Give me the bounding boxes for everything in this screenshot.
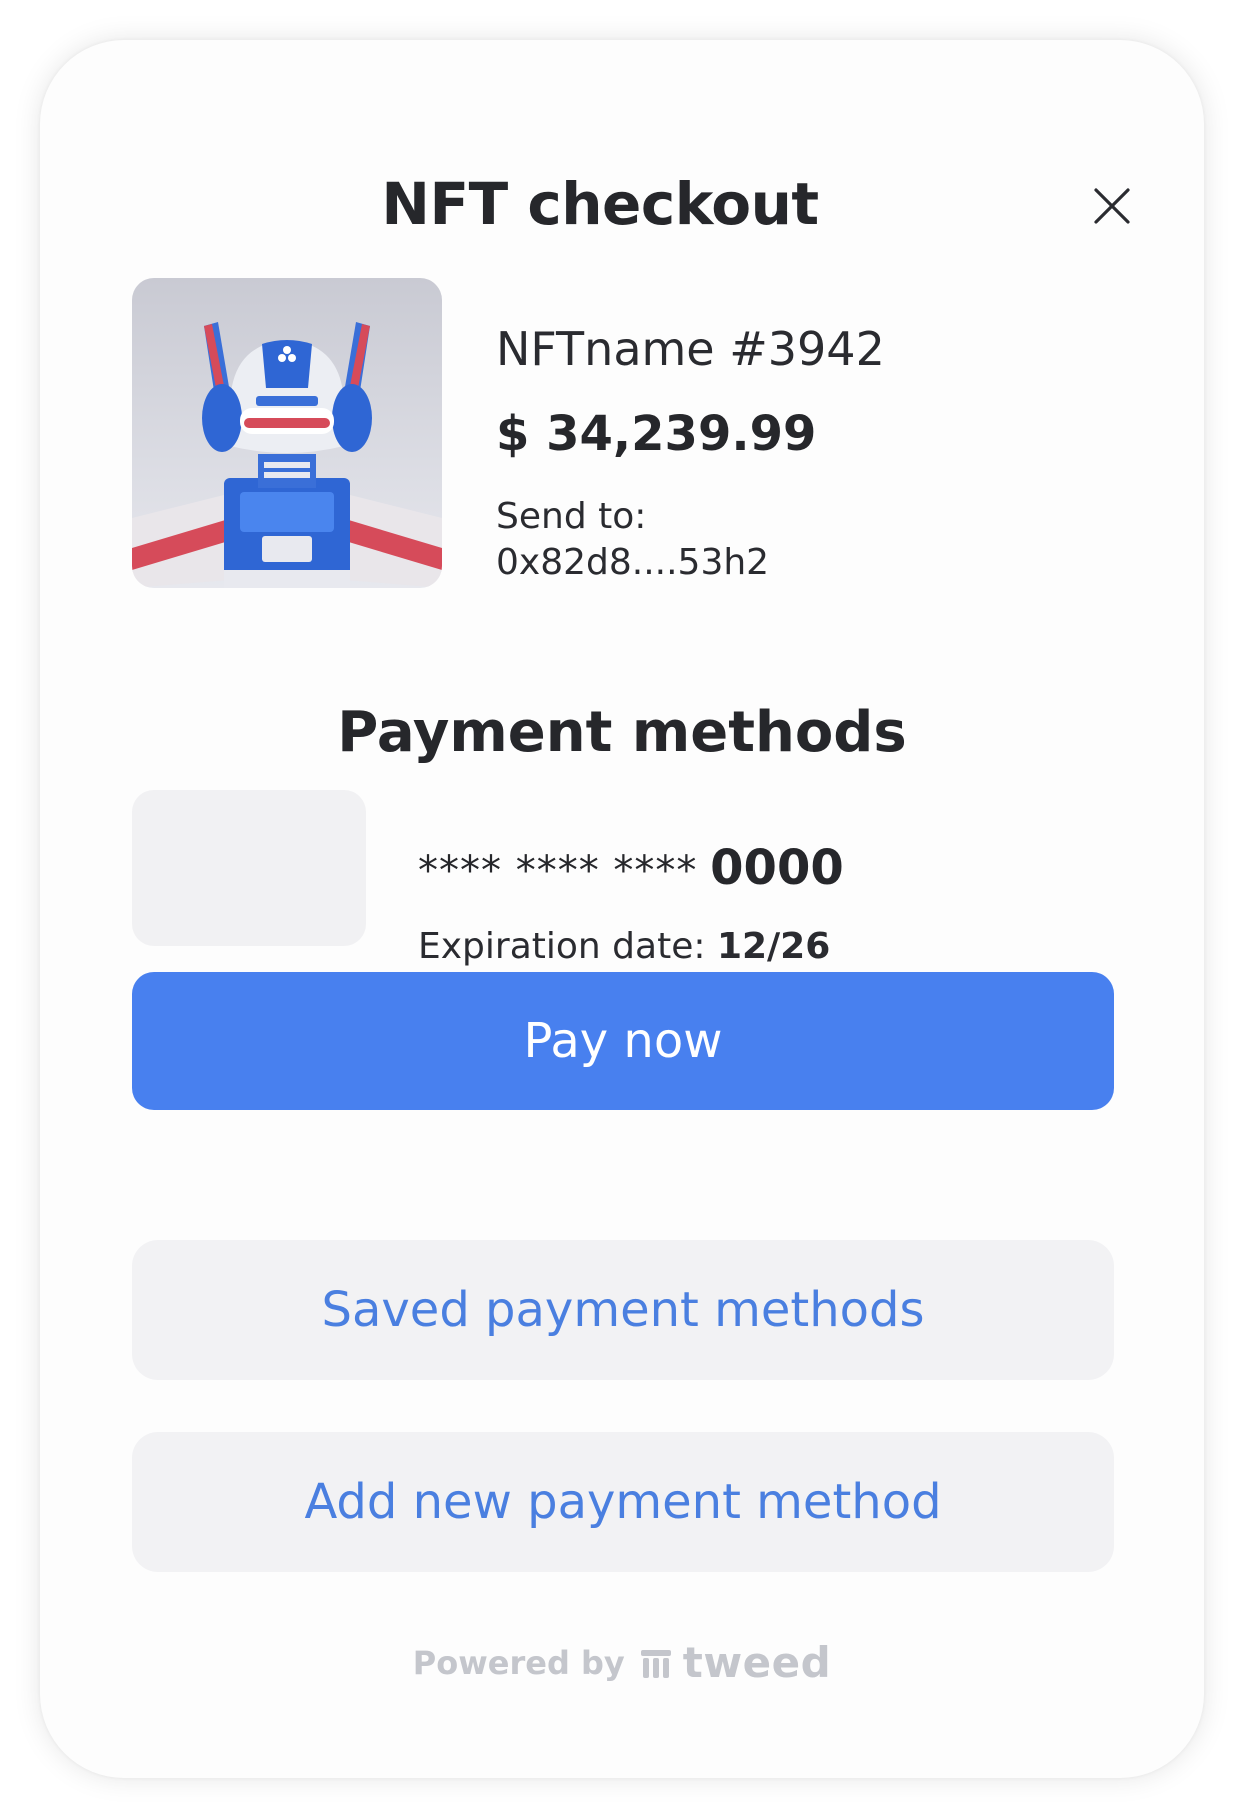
brand-name: tweed <box>682 1638 832 1687</box>
saved-payment-methods-button[interactable]: Saved payment methods <box>132 1240 1114 1380</box>
wallet-address: 0x82d8....53h2 <box>496 542 770 583</box>
card-number-mask: **** **** **** <box>418 848 698 894</box>
nft-image <box>132 278 442 588</box>
card-last4: 0000 <box>710 840 844 896</box>
nft-name: NFTname #3942 <box>496 322 885 376</box>
expiration-label: Expiration date: <box>418 926 706 967</box>
checkout-modal: NFT checkout NFTname #3942 $ 34,239.99 S… <box>40 40 1204 1778</box>
nft-price: $ 34,239.99 <box>496 406 817 462</box>
card-number: **** **** **** 0000 <box>418 840 844 896</box>
tweed-logo-icon <box>639 1646 673 1680</box>
page-title: NFT checkout <box>381 170 819 238</box>
close-icon[interactable] <box>1092 186 1132 226</box>
powered-by-label: Powered by <box>412 1643 625 1682</box>
expiration-value: 12/26 <box>716 926 831 967</box>
pay-now-button[interactable]: Pay now <box>132 972 1114 1110</box>
send-to-label: Send to: <box>496 496 647 537</box>
card-thumbnail <box>132 790 366 946</box>
payment-methods-title: Payment methods <box>337 700 907 765</box>
card-expiration: Expiration date: 12/26 <box>418 926 830 967</box>
add-payment-method-button[interactable]: Add new payment method <box>132 1432 1114 1572</box>
powered-by-footer: Powered by tweed <box>40 1638 1204 1687</box>
